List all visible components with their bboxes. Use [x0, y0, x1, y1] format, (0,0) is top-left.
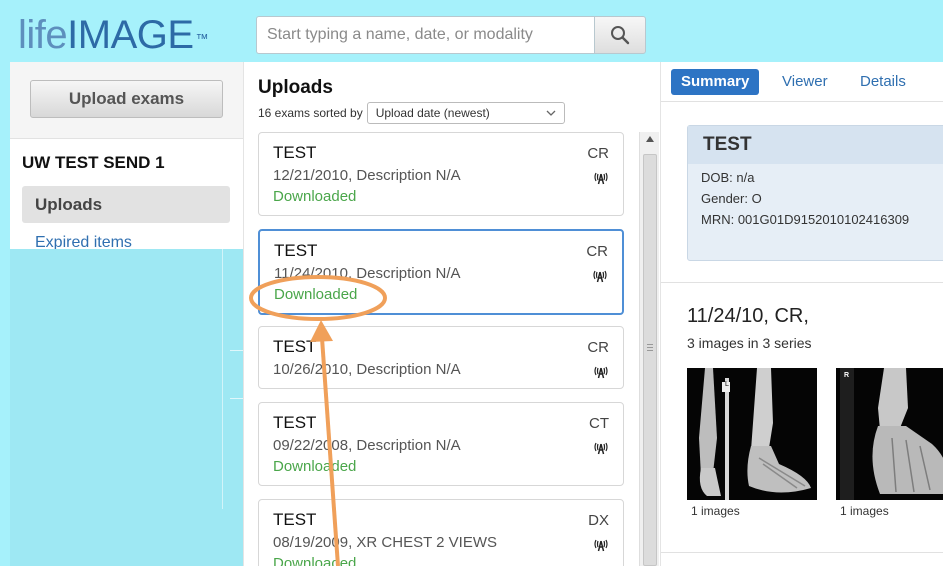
exam-modality: CR — [587, 339, 609, 356]
exam-name: TEST — [273, 413, 317, 432]
exam-card[interactable]: TEST 12/21/2010, Description N/A Downloa… — [258, 132, 624, 216]
exam-status: Downloaded — [273, 555, 357, 566]
exam-description: 11/24/2010, Description N/A — [274, 265, 461, 282]
scroll-thumb[interactable] — [643, 154, 657, 566]
exam-name: TEST — [274, 241, 318, 260]
xray-foot-image — [836, 368, 943, 500]
exam-modality: DX — [588, 512, 609, 529]
search-input[interactable] — [256, 16, 594, 54]
uploads-title: Uploads — [258, 77, 333, 98]
sort-dropdown-value: Upload date (newest) — [375, 106, 490, 120]
sidebar-item-uploads[interactable]: Uploads — [22, 186, 230, 223]
divider — [230, 398, 243, 399]
exam-modality: CR — [586, 243, 608, 260]
exam-title: 11/24/10, CR, — [687, 305, 809, 327]
exam-list: TEST 12/21/2010, Description N/A Downloa… — [244, 132, 639, 566]
exam-status: Downloaded — [274, 286, 358, 303]
exam-card-selected[interactable]: TEST 11/24/2010, Description N/A Downloa… — [258, 229, 624, 315]
list-scrollbar[interactable] — [639, 132, 659, 566]
patient-name: TEST — [688, 126, 943, 164]
sort-dropdown[interactable]: Upload date (newest) — [366, 102, 565, 124]
search-bar — [256, 16, 646, 54]
divider — [230, 350, 243, 351]
exam-count: 16 exams sorted by — [258, 106, 363, 120]
exam-description: 09/22/2008, Description N/A — [273, 437, 461, 454]
exam-card[interactable]: TEST 10/26/2010, Description N/A CR — [258, 326, 624, 389]
xray-foot-image — [687, 368, 817, 500]
exam-description: 10/26/2010, Description N/A — [273, 361, 461, 378]
xray-marker: R — [844, 372, 850, 379]
logo-text-life: life — [18, 13, 68, 57]
logo-text-image: IMAGE — [67, 13, 194, 57]
exam-modality: CT — [589, 415, 609, 432]
dicom-transfer-icon — [593, 270, 607, 283]
exam-card[interactable]: TEST 08/19/2009, XR CHEST 2 VIEWS Downlo… — [258, 499, 624, 566]
divider — [222, 249, 223, 509]
tab-summary[interactable]: Summary — [671, 69, 760, 95]
exam-series-count: 3 images in 3 series — [687, 335, 812, 351]
left-sidebar: Upload exams UW TEST SEND 1 Uploads Expi… — [10, 62, 243, 251]
uploads-panel: Uploads 16 exams sorted by Upload date (… — [243, 62, 660, 566]
exam-name: TEST — [273, 143, 317, 162]
app-frame: Upload exams UW TEST SEND 1 Uploads Expi… — [10, 62, 943, 566]
exam-detail-panel: Summary Viewer Details TEST DOB: n/a Gen… — [660, 62, 943, 566]
divider — [661, 282, 943, 283]
series-thumbnail[interactable]: R — [836, 368, 943, 500]
search-icon — [611, 26, 630, 45]
detail-tabs: Summary Viewer Details — [661, 62, 943, 102]
xray-marker: L — [725, 381, 729, 388]
triangle-up-icon — [646, 136, 654, 142]
patient-dob: DOB: n/a — [701, 170, 755, 185]
tab-details[interactable]: Details — [860, 69, 906, 95]
series-thumbnail[interactable]: L — [687, 368, 817, 500]
sidebar-lower-area — [10, 249, 243, 566]
group-title: UW TEST SEND 1 — [22, 153, 165, 172]
patient-mrn: MRN: 001G01D9152010102416309 — [701, 212, 910, 227]
chevron-down-icon — [546, 110, 556, 116]
thumbnail-label: 1 images — [840, 504, 889, 518]
logo-trademark: ™ — [195, 31, 209, 46]
lifeimage-logo[interactable]: lifeIMAGE ™ — [18, 10, 209, 60]
exam-status: Downloaded — [273, 458, 357, 475]
scroll-grip — [647, 342, 653, 353]
patient-gender: Gender: O — [701, 191, 762, 206]
tab-viewer[interactable]: Viewer — [782, 69, 828, 95]
thumbnail-label: 1 images — [691, 504, 740, 518]
dicom-transfer-icon — [594, 442, 608, 455]
exam-description: 08/19/2009, XR CHEST 2 VIEWS — [273, 534, 497, 551]
patient-info-box: TEST DOB: n/a Gender: O MRN: 001G01D9152… — [687, 125, 943, 261]
exam-name: TEST — [273, 510, 317, 529]
divider — [661, 552, 943, 553]
exam-description: 12/21/2010, Description N/A — [273, 167, 461, 184]
exam-status: Downloaded — [273, 188, 357, 205]
scroll-up-arrow[interactable] — [640, 136, 660, 148]
dicom-transfer-icon — [594, 366, 608, 379]
dicom-transfer-icon — [594, 539, 608, 552]
sort-row: 16 exams sorted by Upload date (newest) — [258, 102, 565, 124]
exam-modality: CR — [587, 145, 609, 162]
dicom-transfer-icon — [594, 172, 608, 185]
upload-exams-button[interactable]: Upload exams — [30, 80, 223, 118]
upload-area: Upload exams — [10, 62, 243, 139]
exam-card[interactable]: TEST 09/22/2008, Description N/A Downloa… — [258, 402, 624, 486]
exam-name: TEST — [273, 337, 317, 356]
search-button[interactable] — [594, 16, 646, 54]
